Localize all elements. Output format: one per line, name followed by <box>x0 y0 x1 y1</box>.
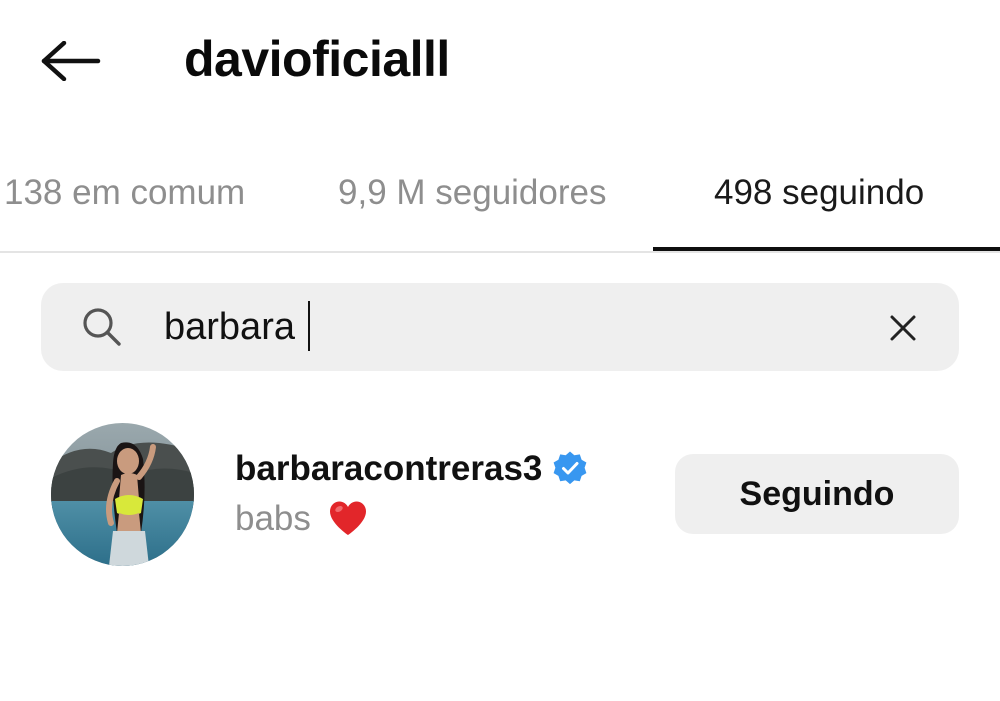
tab-following[interactable]: 498 seguindo <box>714 172 924 214</box>
result-username[interactable]: barbaracontreras3 <box>235 448 542 490</box>
avatar[interactable] <box>51 423 194 566</box>
following-button[interactable]: Seguindo <box>675 454 959 534</box>
tabs-divider <box>0 251 1000 253</box>
top-bar: davioficialll <box>0 0 1000 120</box>
search-icon <box>83 308 121 346</box>
tab-mutual[interactable]: 138 em comum <box>4 172 245 214</box>
page-title: davioficialll <box>184 31 450 87</box>
arrow-left-icon <box>41 41 101 81</box>
profile-tabs: 138 em comum 9,9 M seguidores 498 seguin… <box>0 150 1000 253</box>
text-cursor <box>308 301 310 351</box>
list-item[interactable]: barbaracontreras3 babs Seguindo <box>0 410 1000 580</box>
avatar-photo <box>51 423 194 566</box>
verified-badge-icon <box>553 451 587 485</box>
result-fullname: babs <box>235 499 311 538</box>
red-heart-icon <box>330 501 366 535</box>
search-input[interactable]: barbara <box>164 304 295 350</box>
active-tab-indicator <box>653 247 1000 251</box>
clear-search-button[interactable] <box>880 305 926 351</box>
tab-followers[interactable]: 9,9 M seguidores <box>338 172 606 214</box>
back-button[interactable] <box>38 36 104 86</box>
close-icon <box>890 315 916 341</box>
